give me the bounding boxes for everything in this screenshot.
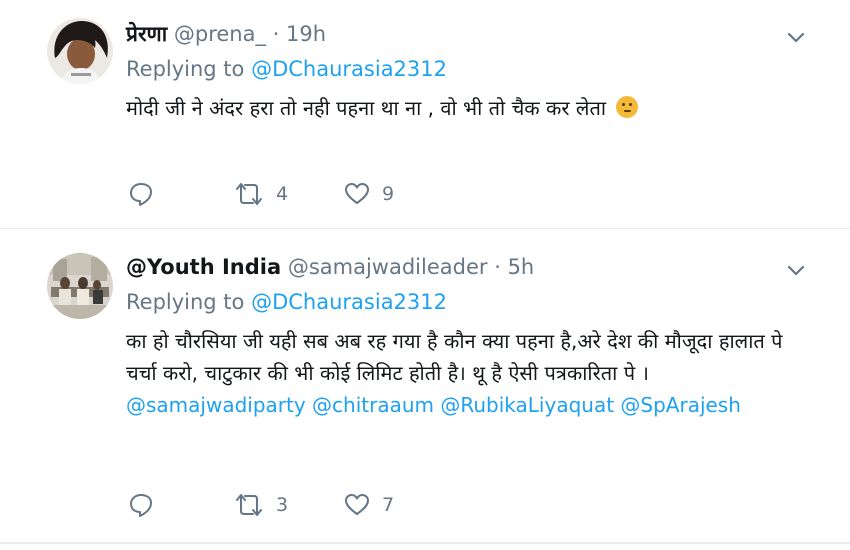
mention-link[interactable]: @DChaurasia2312 — [251, 57, 447, 81]
tweet[interactable]: @Youth India @samajwadileader · 5h Reply… — [0, 229, 850, 544]
reply-button[interactable] — [128, 178, 166, 210]
avatar-image — [47, 253, 113, 319]
user-handle[interactable]: @prena_ — [174, 22, 266, 46]
timestamp[interactable]: 5h — [508, 255, 535, 279]
replying-to-label: Replying to — [126, 290, 245, 314]
tweet-text: मोदी जी ने अंदर हरा तो नही पहना था ना , … — [126, 92, 790, 124]
replying-to: Replying to @DChaurasia2312 — [126, 54, 790, 84]
tweet-feed: प्रेरणा @prena_ · 19h Replying to @DChau… — [0, 0, 850, 550]
tweet-header: प्रेरणा @prena_ · 19h — [126, 20, 790, 48]
user-handle[interactable]: @samajwadileader — [288, 255, 488, 279]
tweet-text: का हो चौरसिया जी यही सब अब रह गया है कौन… — [126, 329, 783, 385]
retweet-icon — [236, 183, 262, 205]
display-name[interactable]: प्रेरणा — [126, 22, 167, 46]
tweet-actions: 3 7 — [128, 489, 448, 521]
avatar-image — [47, 18, 113, 84]
replying-to-label: Replying to — [126, 57, 245, 81]
chevron-down-icon[interactable] — [784, 259, 808, 283]
tweet-actions: 4 9 — [128, 178, 448, 210]
reply-icon — [130, 183, 152, 206]
separator-dot: · — [494, 255, 501, 279]
retweet-count: 3 — [276, 494, 289, 516]
retweet-count: 4 — [276, 183, 289, 205]
reply-icon — [130, 494, 152, 517]
retweet-button[interactable]: 3 — [234, 489, 288, 521]
mention-link[interactable]: @DChaurasia2312 — [251, 290, 447, 314]
retweet-button[interactable]: 4 — [234, 178, 288, 210]
tweet-content: प्रेरणा @prena_ · 19h Replying to @DChau… — [126, 20, 790, 124]
like-count: 9 — [382, 183, 395, 205]
tweet[interactable]: प्रेरणा @prena_ · 19h Replying to @DChau… — [0, 0, 850, 229]
replying-to: Replying to @DChaurasia2312 — [126, 287, 790, 317]
reply-button[interactable] — [128, 489, 166, 521]
heart-icon — [345, 494, 369, 515]
display-name[interactable]: @Youth India — [126, 255, 281, 279]
avatar[interactable] — [47, 253, 113, 319]
chevron-down-icon[interactable] — [784, 26, 808, 50]
like-button[interactable]: 7 — [344, 489, 394, 521]
heart-icon — [345, 183, 369, 204]
retweet-icon — [236, 494, 262, 516]
timestamp[interactable]: 19h — [286, 22, 326, 46]
avatar[interactable] — [47, 18, 113, 84]
thinking-face-emoji-icon — [616, 96, 639, 118]
tweet-header: @Youth India @samajwadileader · 5h — [126, 253, 790, 281]
mention-tags[interactable]: @samajwadiparty @chitraaum @RubikaLiyaqu… — [126, 389, 790, 421]
like-button[interactable]: 9 — [344, 178, 394, 210]
tweet-content: @Youth India @samajwadileader · 5h Reply… — [126, 253, 790, 421]
separator-dot: · — [272, 22, 280, 46]
like-count: 7 — [382, 494, 395, 516]
tweet-text-body: मोदी जी ने अंदर हरा तो नही पहना था ना , … — [126, 96, 607, 120]
